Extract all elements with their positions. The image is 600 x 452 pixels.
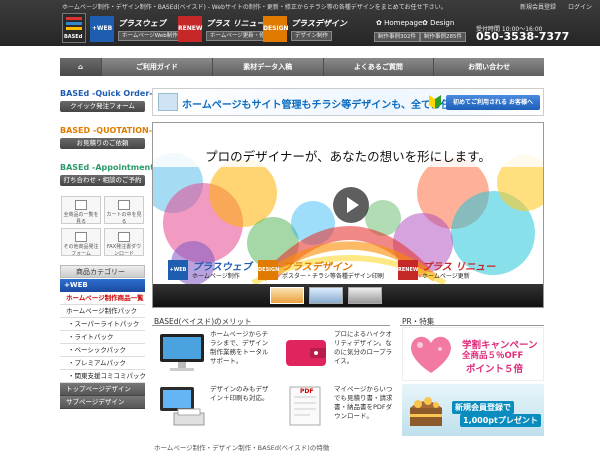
category-item[interactable]: ホームページ制作パック — [60, 305, 145, 318]
login-link[interactable]: ログイン — [568, 4, 592, 11]
category-item[interactable]: ・プレミアムパック — [60, 357, 145, 370]
plusweb-icon: +WEB — [90, 16, 114, 42]
merit-text: デザインのみもデザイン＋印刷も対応。 — [210, 385, 269, 402]
merit-text: マイページからいつでも見積り書・請求書・納品書をPDFダウンロード。 — [334, 385, 393, 420]
service-name: プラスウェブ — [118, 19, 166, 28]
pdf-label: PDF — [300, 388, 314, 395]
category-item[interactable]: ・関東支援コミコミパック — [60, 370, 145, 383]
category-item[interactable]: ・ライトパック — [60, 331, 145, 344]
slide-label-plusrenew[interactable]: RENEW プラス リニュー ホームページ更新 — [398, 260, 538, 280]
cart-icon — [118, 200, 130, 210]
homepage-works-link[interactable]: ✿ Homepage — [376, 19, 422, 27]
nav-faq[interactable]: よくあるご質問 — [324, 58, 435, 76]
fax-download-tile[interactable]: FAX発注書ダウンロード — [104, 228, 144, 257]
category-web[interactable]: +WEB — [60, 279, 145, 292]
nav-contact[interactable]: お問い合わせ — [434, 58, 544, 76]
service-plusweb[interactable]: +WEB プラスウェブ ホームページWeb制作 — [90, 16, 182, 42]
heart-icon — [406, 331, 456, 377]
slide-label-plusweb[interactable]: +WEB プラスウェブ ホームページ制作 — [168, 260, 258, 280]
member-signup-text: 新規会員登録で — [452, 401, 514, 414]
category-item[interactable]: ホームページ制作商品一覧 — [60, 292, 145, 305]
quick-order-button[interactable]: クイック発注フォーム — [60, 101, 145, 112]
other-order-tile[interactable]: その他商品発注フォーム — [61, 228, 101, 257]
service-name: プラス リニュー — [206, 19, 265, 28]
merit-text: ホームページからチラシまで、デザイン制作業務をトータルサポート。 — [210, 330, 269, 365]
fax-icon — [118, 232, 130, 242]
renew-icon: RENEW — [178, 16, 202, 42]
features-heading: ホームページ制作・デザイン制作・BASEd(ベイスド)の特徴 — [154, 444, 330, 452]
beginner-mark-icon — [428, 94, 442, 110]
service-name: プラスデザイン — [291, 19, 347, 28]
nav-home[interactable]: ⌂ — [60, 58, 102, 76]
design-icon: DESIGN — [263, 16, 289, 42]
hero-headline: プロのデザイナーが、あなたの想いを形にします。 — [205, 149, 491, 164]
campaign-points: ポイント５倍 — [466, 364, 524, 375]
service-design[interactable]: DESIGN プラスデザイン デザイン制作 — [263, 16, 347, 42]
header-tagline: ホームページ制作・デザイン制作・BASEd(ベイスド) - Webサイトの制作・… — [62, 4, 447, 11]
design-icon: ✿ — [422, 19, 428, 27]
service-sub: デザイン制作 — [291, 31, 333, 41]
appointment-logo: BASEd -Appointment- — [60, 163, 158, 172]
phone-number[interactable]: 050-3538-7377 — [476, 30, 569, 43]
category-item[interactable]: ・ベーシックパック — [60, 344, 145, 357]
slider-thumb[interactable] — [270, 287, 304, 304]
homepage-icon: ✿ — [376, 19, 382, 27]
quick-order-logo: BASEd -Quick Order- — [60, 89, 153, 98]
logo-text: BASEd — [64, 34, 83, 40]
homepage-count-badge[interactable]: 制作事例302件 — [374, 32, 420, 42]
computer-printer-icon — [156, 385, 208, 429]
design-count-badge[interactable]: 制作事例285件 — [420, 32, 466, 42]
appointment-button[interactable]: 打ち合わせ・相談のご予約 — [60, 175, 145, 186]
header-account-links: 新規会員登録 ログイン — [510, 2, 592, 11]
quotation-button[interactable]: お見積りのご依頼 — [60, 138, 145, 149]
main-nav: ⌂ ご利用ガイド 素材データ入稿 よくあるご質問 お問い合わせ — [60, 58, 544, 76]
service-renew[interactable]: RENEW プラス リニュー ホームページ更新・修正 — [178, 16, 275, 42]
wallet-icon — [280, 330, 332, 374]
treasure-chest-icon — [406, 392, 446, 430]
divider — [152, 325, 390, 326]
category-header: 商品カテゴリー — [60, 265, 145, 278]
category-item[interactable]: ・スーパーライトパック — [60, 318, 145, 331]
design-works-link[interactable]: ✿ Design — [422, 19, 454, 27]
register-link[interactable]: 新規会員登録 — [520, 4, 556, 11]
nav-guide[interactable]: ご利用ガイド — [102, 58, 213, 76]
home-icon: ⌂ — [77, 63, 83, 71]
divider — [400, 325, 544, 326]
category-list: ホームページ制作商品一覧 ホームページ制作パック ・スーパーライトパック ・ライ… — [60, 292, 145, 409]
all-products-tile[interactable]: 全商品の一覧を見る — [61, 196, 101, 225]
list-icon — [75, 200, 87, 210]
campaign-discount: 全商品５％OFF — [462, 351, 524, 361]
banner-icon — [158, 93, 178, 111]
nav-upload[interactable]: 素材データ入稿 — [213, 58, 324, 76]
cart-tile[interactable]: カートの中を見る — [104, 196, 144, 225]
category-item[interactable]: トップページデザイン — [60, 383, 145, 396]
quotation-logo: BASED -QUOTATION- — [60, 126, 153, 135]
first-time-guide-button[interactable]: 初めてご利用される お客様へ — [446, 95, 540, 110]
form-icon — [75, 232, 87, 242]
merit-text: プロによるハイクオリティデザイン。なのに気分のロープライス。 — [334, 330, 393, 365]
slider-thumb[interactable] — [348, 287, 382, 304]
site-logo[interactable]: BASEd — [62, 13, 86, 43]
category-item[interactable]: サブページデザイン — [60, 396, 145, 409]
slider-thumb[interactable] — [309, 287, 343, 304]
service-sub: ホームページWeb制作 — [118, 31, 182, 41]
play-icon[interactable] — [333, 187, 369, 223]
monitor-icon — [156, 330, 208, 374]
slide-label-plusdesign[interactable]: DESIGN プラスデザイン ポスター・チラシ等各種デザイン印刷 — [258, 260, 388, 280]
member-points-text: 1,000ptプレゼント — [460, 414, 541, 427]
